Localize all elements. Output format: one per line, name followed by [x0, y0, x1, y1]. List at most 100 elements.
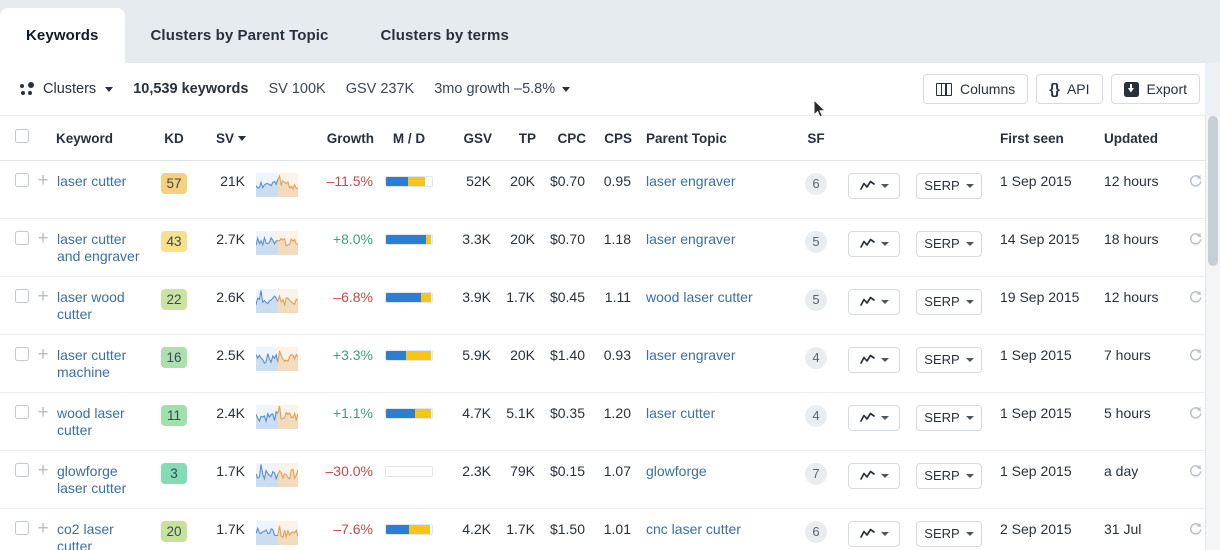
refresh-icon[interactable] — [1188, 521, 1203, 539]
row-checkbox[interactable] — [15, 405, 29, 419]
plus-icon[interactable]: + — [37, 348, 48, 362]
table-row[interactable]: +co2 laser cutter201.7K–7.6%4.2K1.7K$1.5… — [0, 508, 1205, 550]
chevron-down-icon — [562, 87, 570, 92]
mobile-desktop-bar — [385, 292, 433, 303]
plus-icon[interactable]: + — [37, 406, 48, 420]
header-keyword[interactable]: Keyword — [56, 116, 152, 160]
table-row[interactable]: +laser wood cutter222.6K–6.8%3.9K1.7K$0.… — [0, 276, 1205, 334]
header-growth[interactable]: Growth — [308, 116, 374, 160]
tp-cell: 79K — [492, 450, 536, 508]
tab-keywords[interactable]: Keywords — [0, 8, 125, 63]
serp-button[interactable]: SERP — [916, 347, 982, 373]
tab-clusters-by-terms[interactable]: Clusters by terms — [355, 8, 535, 63]
tab-clusters-by-parent-topic[interactable]: Clusters by Parent Topic — [125, 8, 355, 63]
keyword-cell: laser cutter and engraver — [56, 218, 152, 276]
growth-filter-dropdown[interactable]: 3mo growth –5.8% — [434, 81, 570, 97]
header-sf[interactable]: SF — [792, 116, 840, 160]
api-button[interactable]: {} API — [1036, 74, 1102, 104]
add-column-header — [30, 116, 56, 160]
position-history-button[interactable] — [848, 347, 900, 373]
header-cps[interactable]: CPS — [586, 116, 632, 160]
vertical-scrollbar[interactable] — [1205, 116, 1220, 550]
header-gsv[interactable]: GSV — [444, 116, 492, 160]
position-history-button[interactable] — [848, 231, 900, 257]
refresh-icon[interactable] — [1188, 463, 1203, 481]
row-checkbox[interactable] — [15, 347, 29, 361]
header-updated[interactable]: Updated — [1094, 116, 1178, 160]
plus-icon[interactable]: + — [37, 522, 48, 536]
refresh-icon[interactable] — [1188, 405, 1203, 423]
keyword-link[interactable]: laser cutter and engraver — [57, 231, 151, 266]
plus-icon[interactable]: + — [37, 464, 48, 478]
keyword-cell: wood laser cutter — [56, 392, 152, 450]
header-kd[interactable]: KD — [152, 116, 196, 160]
table-row[interactable]: +glowforge laser cutter31.7K–30.0%2.3K79… — [0, 450, 1205, 508]
chevron-down-icon — [966, 532, 974, 536]
parent-topic-link[interactable]: glowforge — [646, 463, 707, 479]
parent-topic-link[interactable]: cnc laser cutter — [646, 521, 741, 537]
keyword-link[interactable]: laser cutter — [57, 173, 126, 191]
cpc-cell: $1.50 — [536, 508, 586, 550]
plus-icon[interactable]: + — [37, 174, 48, 188]
growth-cell: –7.6% — [308, 508, 374, 550]
position-history-button[interactable] — [848, 173, 900, 199]
serp-button-label: SERP — [924, 352, 959, 367]
keyword-link[interactable]: co2 laser cutter — [57, 521, 151, 550]
keyword-link[interactable]: glowforge laser cutter — [57, 463, 151, 498]
vertical-scrollbar-thumb[interactable] — [1208, 116, 1218, 266]
header-first-seen-label: First seen — [1000, 131, 1064, 146]
serp-button[interactable]: SERP — [916, 289, 982, 315]
refresh-cell — [1178, 276, 1205, 334]
row-checkbox[interactable] — [15, 289, 29, 303]
export-button[interactable]: Export — [1111, 74, 1200, 104]
keyword-link[interactable]: wood laser cutter — [57, 405, 151, 440]
header-md[interactable]: M / D — [374, 116, 444, 160]
row-checkbox[interactable] — [15, 173, 29, 187]
refresh-icon[interactable] — [1188, 347, 1203, 365]
refresh-icon[interactable] — [1188, 289, 1203, 307]
table-row[interactable]: +laser cutter and engraver432.7K+8.0%3.3… — [0, 218, 1205, 276]
columns-button[interactable]: Columns — [923, 74, 1028, 104]
plus-icon[interactable]: + — [37, 290, 48, 304]
keyword-link[interactable]: laser wood cutter — [57, 289, 151, 324]
clusters-dropdown[interactable]: Clusters — [20, 81, 113, 97]
table-row[interactable]: +wood laser cutter112.4K+1.1%4.7K5.1K$0.… — [0, 392, 1205, 450]
position-history-button[interactable] — [848, 521, 900, 547]
position-history-button[interactable] — [848, 289, 900, 315]
header-first-seen[interactable]: First seen — [990, 116, 1094, 160]
header-sv[interactable]: SV — [196, 116, 246, 160]
table-row[interactable]: +laser cutter5721K–11.5%52K20K$0.700.95l… — [0, 160, 1205, 218]
parent-topic-link[interactable]: wood laser cutter — [646, 289, 753, 305]
parent-topic-link[interactable]: laser engraver — [646, 173, 736, 189]
cpc-cell: $0.70 — [536, 218, 586, 276]
gsv-cell: 5.9K — [444, 334, 492, 392]
select-all-checkbox[interactable] — [15, 129, 29, 143]
parent-topic-cell: laser cutter — [632, 392, 792, 450]
refresh-icon[interactable] — [1188, 231, 1203, 249]
parent-topic-link[interactable]: laser engraver — [646, 231, 736, 247]
select-all-header — [0, 116, 30, 160]
position-history-button[interactable] — [848, 463, 900, 489]
chevron-down-icon — [966, 474, 974, 478]
chevron-down-icon — [881, 416, 889, 420]
row-checkbox[interactable] — [15, 463, 29, 477]
parent-topic-link[interactable]: laser engraver — [646, 347, 736, 363]
plus-icon[interactable]: + — [37, 232, 48, 246]
serp-button[interactable]: SERP — [916, 521, 982, 547]
parent-topic-link[interactable]: laser cutter — [646, 405, 715, 421]
header-tp[interactable]: TP — [492, 116, 536, 160]
serp-button[interactable]: SERP — [916, 231, 982, 257]
serp-button[interactable]: SERP — [916, 463, 982, 489]
table-row[interactable]: +laser cutter machine162.5K+3.3%5.9K20K$… — [0, 334, 1205, 392]
md-cell — [374, 334, 444, 392]
header-parent-topic[interactable]: Parent Topic — [632, 116, 792, 160]
row-checkbox[interactable] — [15, 231, 29, 245]
keyword-link[interactable]: laser cutter machine — [57, 347, 151, 382]
header-md-label: M / D — [393, 131, 425, 146]
row-checkbox[interactable] — [15, 521, 29, 535]
serp-button[interactable]: SERP — [916, 405, 982, 431]
position-history-button[interactable] — [848, 405, 900, 431]
header-cpc[interactable]: CPC — [536, 116, 586, 160]
serp-button[interactable]: SERP — [916, 173, 982, 199]
refresh-icon[interactable] — [1188, 173, 1203, 191]
